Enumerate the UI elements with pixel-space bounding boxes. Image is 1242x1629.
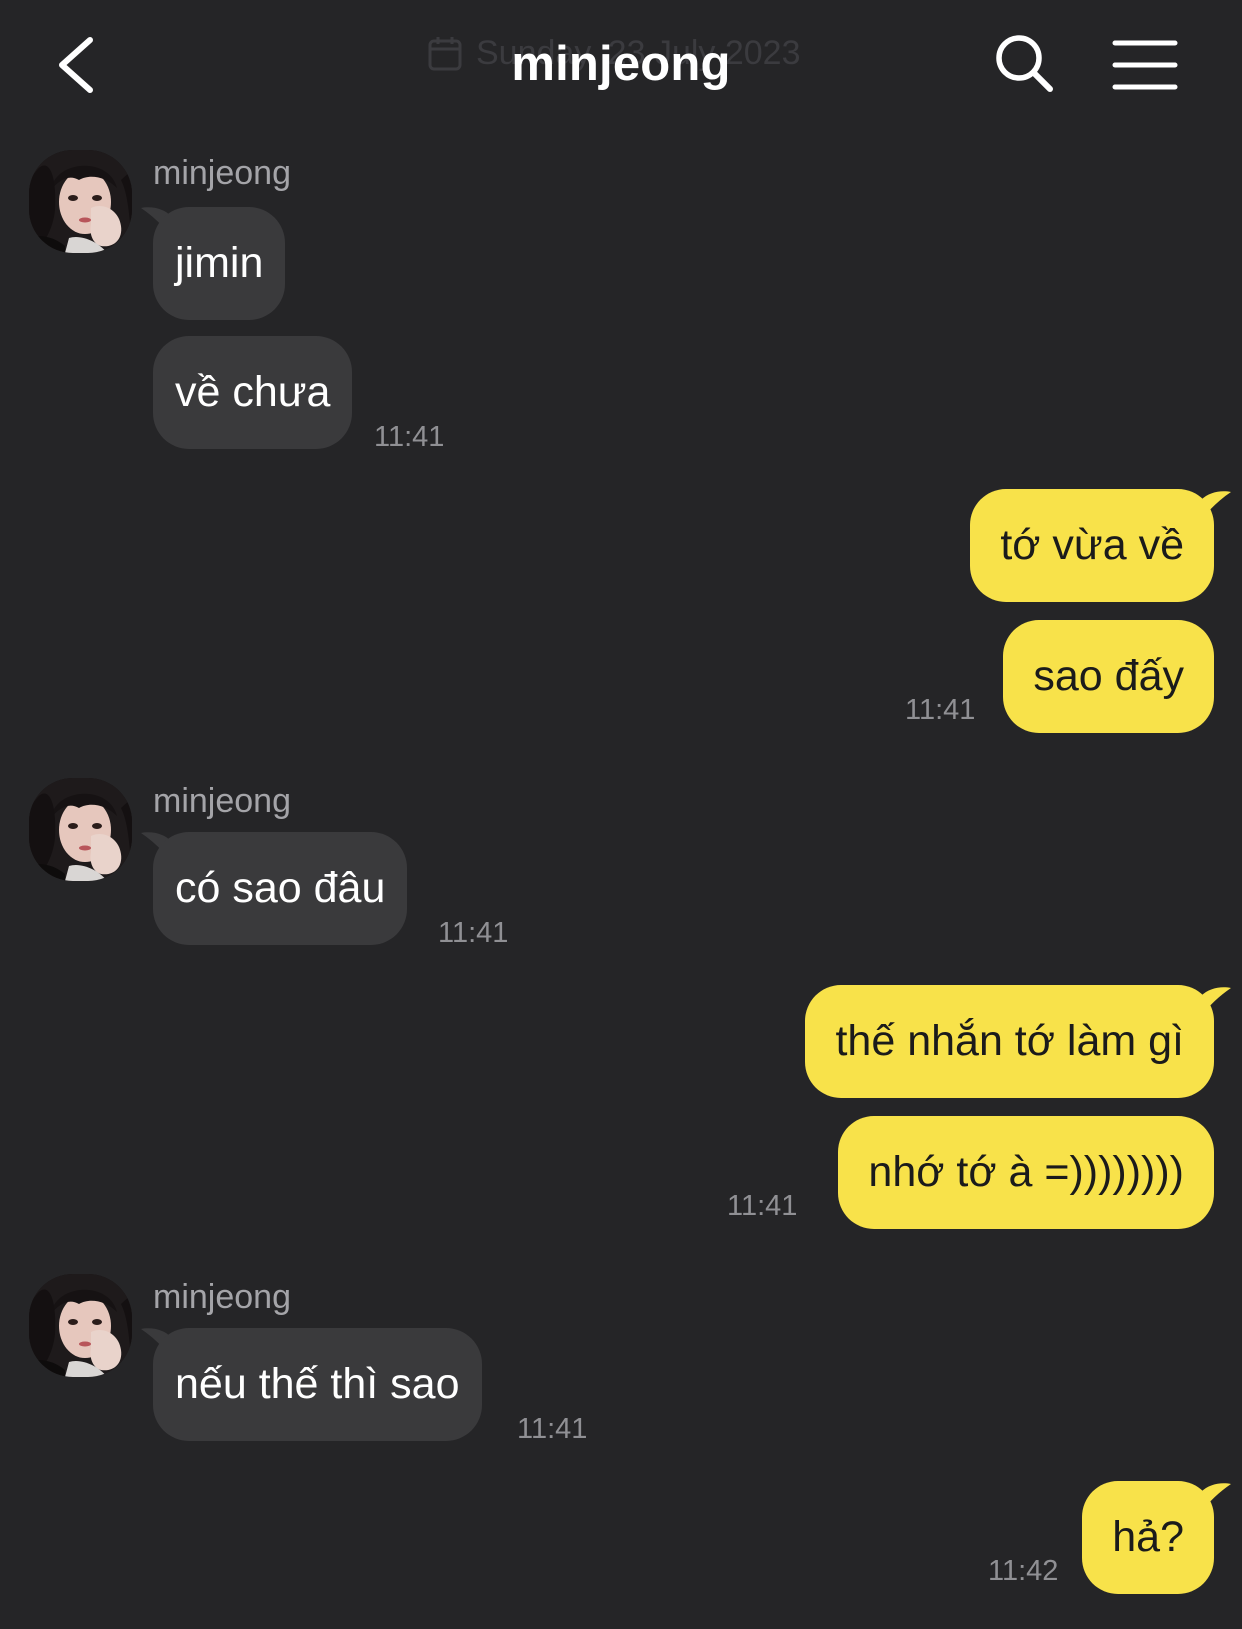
- avatar[interactable]: [29, 150, 132, 253]
- message-timestamp: 11:42: [988, 1555, 1059, 1587]
- message-timestamp: 11:41: [905, 694, 976, 726]
- search-button[interactable]: [993, 32, 1057, 96]
- message-timestamp: 11:41: [438, 917, 509, 949]
- message-bubble-outgoing[interactable]: tớ vừa về: [970, 489, 1214, 602]
- message-bubble-outgoing[interactable]: nhớ tớ à =)))))))): [838, 1116, 1214, 1229]
- message-bubble-outgoing[interactable]: hả?: [1082, 1481, 1214, 1594]
- message-timestamp: 11:41: [374, 421, 445, 453]
- message-bubble-incoming[interactable]: về chưa: [153, 336, 353, 449]
- sender-name: minjeong: [153, 154, 291, 192]
- message-bubble-incoming[interactable]: jimin: [153, 207, 286, 320]
- chat-header: Sunday, 23 July 2023 minjeong: [0, 0, 1242, 130]
- search-icon: [996, 35, 1053, 92]
- message-bubble-incoming[interactable]: nếu thế thì sao: [153, 1328, 482, 1441]
- message-timestamp: 11:41: [727, 1190, 798, 1222]
- avatar[interactable]: [29, 1274, 132, 1377]
- message-bubble-incoming[interactable]: có sao đâu: [153, 832, 408, 945]
- message-bubble-outgoing[interactable]: sao đấy: [1003, 620, 1214, 733]
- hamburger-menu-icon: [1112, 40, 1178, 90]
- message-bubble-outgoing[interactable]: thế nhắn tớ làm gì: [805, 985, 1214, 1098]
- avatar[interactable]: [29, 778, 132, 881]
- menu-button[interactable]: [1112, 38, 1178, 92]
- sender-name: minjeong: [153, 782, 291, 820]
- sender-name: minjeong: [153, 1278, 291, 1316]
- message-timestamp: 11:41: [517, 1413, 588, 1445]
